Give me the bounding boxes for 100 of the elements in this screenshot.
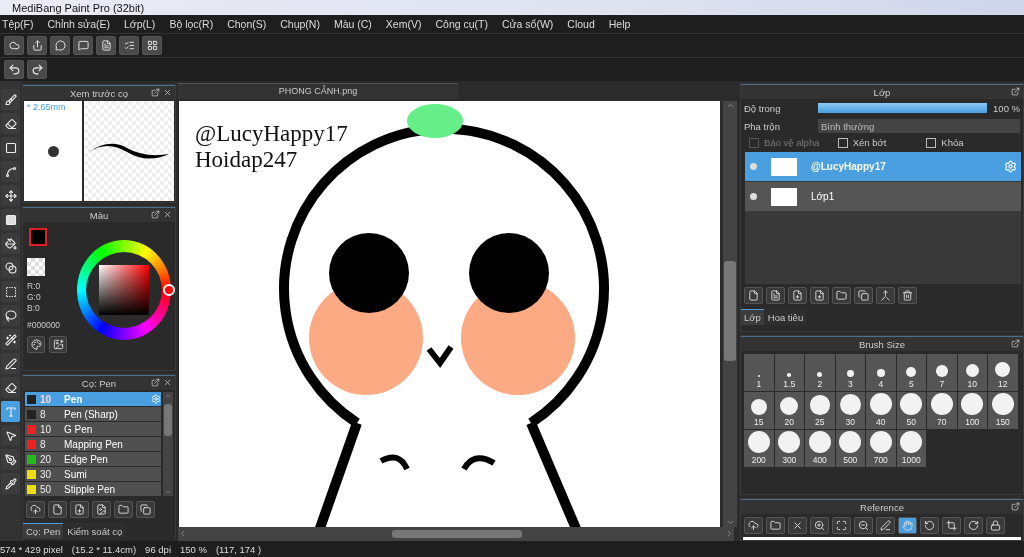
opacity-slider[interactable] (818, 103, 988, 113)
menu-item[interactable]: Help (608, 18, 631, 30)
add-layer-button[interactable] (788, 287, 807, 304)
duplicate-button[interactable] (854, 287, 873, 304)
blend-dropdown[interactable]: Bình thường (818, 119, 1020, 133)
document-tab[interactable]: PHONG CẢNH.png (178, 83, 458, 99)
brush-size-option[interactable]: 100 (957, 392, 987, 429)
brush-size-option[interactable]: 1.5 (774, 354, 804, 391)
layer-item[interactable]: Lớp1 (745, 182, 1021, 211)
add-layer-menu-button[interactable] (810, 287, 829, 304)
menu-item[interactable]: Bộ lọc(R) (169, 18, 214, 30)
scroll-thumb[interactable] (724, 260, 736, 361)
cloud-upload-button[interactable] (744, 517, 763, 534)
comment-icon[interactable] (73, 36, 93, 55)
checkbox[interactable] (837, 137, 848, 148)
checkbox-label[interactable]: Xén bớt (837, 137, 927, 148)
folder-button[interactable] (114, 501, 133, 518)
new-file-button[interactable] (48, 501, 67, 518)
scrollbar[interactable] (723, 100, 737, 527)
fit-button[interactable] (832, 517, 851, 534)
rotate-left-button[interactable] (920, 517, 939, 534)
brush-size-option[interactable]: 2 (805, 354, 835, 391)
brush-item[interactable]: 30 Sumi (25, 467, 161, 481)
list-icon[interactable] (119, 36, 139, 55)
move-tool[interactable] (1, 185, 20, 206)
brush-size-option[interactable]: 12 (988, 354, 1018, 391)
brush-item[interactable]: 50 Stipple Pen (25, 482, 161, 496)
transparent-swatch[interactable] (27, 258, 45, 276)
pen-tool[interactable] (1, 353, 20, 374)
magic-wand-tool[interactable] (1, 329, 20, 350)
foreground-swatch[interactable] (29, 228, 47, 246)
menu-item[interactable]: Chỉnh sửa(E) (47, 18, 110, 30)
brush-size-option[interactable]: 700 (866, 430, 896, 467)
speech-bubble-icon[interactable] (50, 36, 70, 55)
brush-size-option[interactable]: 70 (927, 392, 957, 429)
add-file-button[interactable] (70, 501, 89, 518)
panel-tab[interactable]: Cọ: Pen (23, 523, 64, 539)
checkbox[interactable] (926, 137, 937, 148)
brush-size-option[interactable]: 3 (835, 354, 865, 391)
brush-size-option[interactable]: 15 (744, 392, 774, 429)
brush-size-option[interactable]: 300 (774, 430, 804, 467)
menu-item[interactable]: Chụp(N) (280, 18, 320, 30)
cloud-upload-button[interactable] (26, 501, 45, 518)
brush-size-option[interactable]: 30 (835, 392, 865, 429)
menu-item[interactable]: Cloud (567, 18, 595, 30)
cloud-icon[interactable] (4, 36, 24, 55)
paint-bucket-tool[interactable] (1, 233, 20, 254)
layer-button[interactable] (766, 287, 785, 304)
brush-size-option[interactable]: 40 (866, 392, 896, 429)
file-image-button[interactable] (92, 501, 111, 518)
brush-size-option[interactable]: 500 (835, 430, 865, 467)
merge-button[interactable] (876, 287, 895, 304)
lasso-tool[interactable] (1, 305, 20, 326)
settings-icon[interactable] (1004, 160, 1017, 173)
brush-size-option[interactable]: 25 (805, 392, 835, 429)
close-button[interactable] (788, 517, 807, 534)
document-icon[interactable] (96, 36, 116, 55)
hand-button[interactable] (898, 517, 917, 534)
copy-button[interactable] (136, 501, 155, 518)
menu-item[interactable]: Tệp(F) (2, 18, 34, 30)
brush-size-option[interactable]: 5 (896, 354, 926, 391)
hue-handle[interactable] (163, 284, 175, 296)
brush-size-option[interactable]: 400 (805, 430, 835, 467)
undo-button[interactable] (4, 60, 24, 79)
saturation-square[interactable] (99, 265, 149, 315)
zoom-out-button[interactable] (854, 517, 873, 534)
curve-tool[interactable] (1, 161, 20, 182)
delete-button[interactable] (898, 287, 917, 304)
brush-tool[interactable] (1, 89, 20, 110)
palette-button[interactable] (27, 336, 45, 353)
folder-button[interactable] (766, 517, 785, 534)
zoom-in-button[interactable] (810, 517, 829, 534)
square-tool[interactable] (1, 137, 20, 158)
menu-item[interactable]: Cửa sổ(W) (501, 18, 554, 30)
scroll-thumb[interactable] (164, 404, 172, 436)
share-icon[interactable] (27, 36, 47, 55)
square-tool[interactable] (1, 209, 20, 230)
brush-item[interactable]: 20 Edge Pen (25, 452, 161, 466)
brush-size-option[interactable]: 1 (744, 354, 774, 391)
brush-size-option[interactable]: 20 (774, 392, 804, 429)
panel-tab[interactable]: Hoa tiêu (764, 309, 807, 325)
eyedropper-tool[interactable] (1, 473, 20, 494)
menu-item[interactable]: Xem(V) (385, 18, 422, 30)
brush-size-option[interactable]: 150 (988, 392, 1018, 429)
visibility-icon[interactable] (750, 193, 757, 200)
panel-tab[interactable]: Lớp (741, 309, 764, 325)
pen-button[interactable] (876, 517, 895, 534)
brush-item[interactable]: 8 Mapping Pen (25, 437, 161, 451)
eraser-tool[interactable] (1, 377, 20, 398)
folder-button[interactable] (832, 287, 851, 304)
brush-size-option[interactable]: 10 (957, 354, 987, 391)
image-color-button[interactable] (49, 336, 67, 353)
grid-icon[interactable] (142, 36, 162, 55)
scrollbar[interactable] (163, 392, 173, 496)
rotate-right-button[interactable] (964, 517, 983, 534)
panel-tab[interactable]: Kiểm soát cọ (64, 523, 126, 539)
new-layer-button[interactable] (744, 287, 763, 304)
crop-button[interactable] (942, 517, 961, 534)
canvas[interactable]: @LucyHappy17 Hoidap247 (179, 100, 720, 527)
brush-size-option[interactable]: 1000 (896, 430, 926, 467)
